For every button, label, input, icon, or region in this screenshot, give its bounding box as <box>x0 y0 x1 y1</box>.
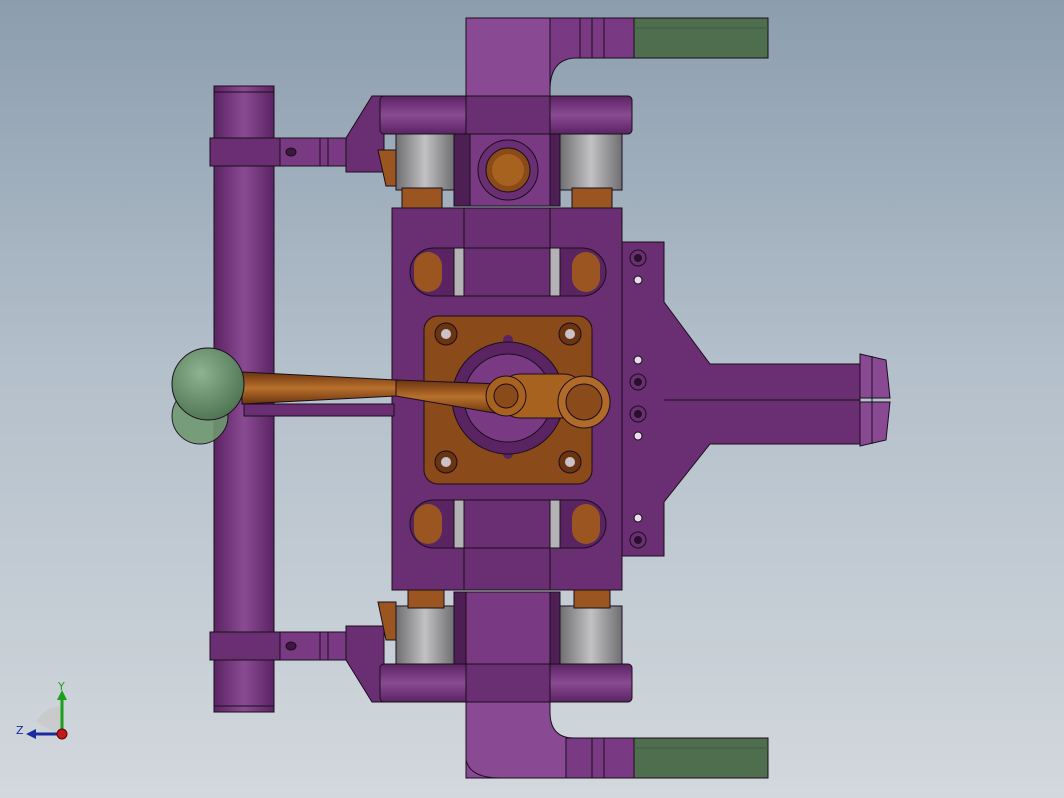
z-axis-label: Z <box>16 724 24 737</box>
top-rollers <box>377 133 623 209</box>
top-post-assembly[interactable] <box>465 17 769 99</box>
right-arm-plate <box>621 241 891 557</box>
bottom-post-assembly[interactable] <box>465 700 769 779</box>
bottom-rollers <box>377 587 623 665</box>
cad-graphics-viewport[interactable]: Y Z <box>0 0 1064 798</box>
mechanism-assembly-model[interactable]: Y Z <box>0 0 1064 798</box>
x-axis-dot <box>56 728 68 740</box>
axis-triad: Y Z <box>16 680 68 740</box>
bottom-horizontal-rail <box>379 663 633 703</box>
y-axis-label: Y <box>57 680 65 693</box>
top-horizontal-rail <box>379 95 633 135</box>
